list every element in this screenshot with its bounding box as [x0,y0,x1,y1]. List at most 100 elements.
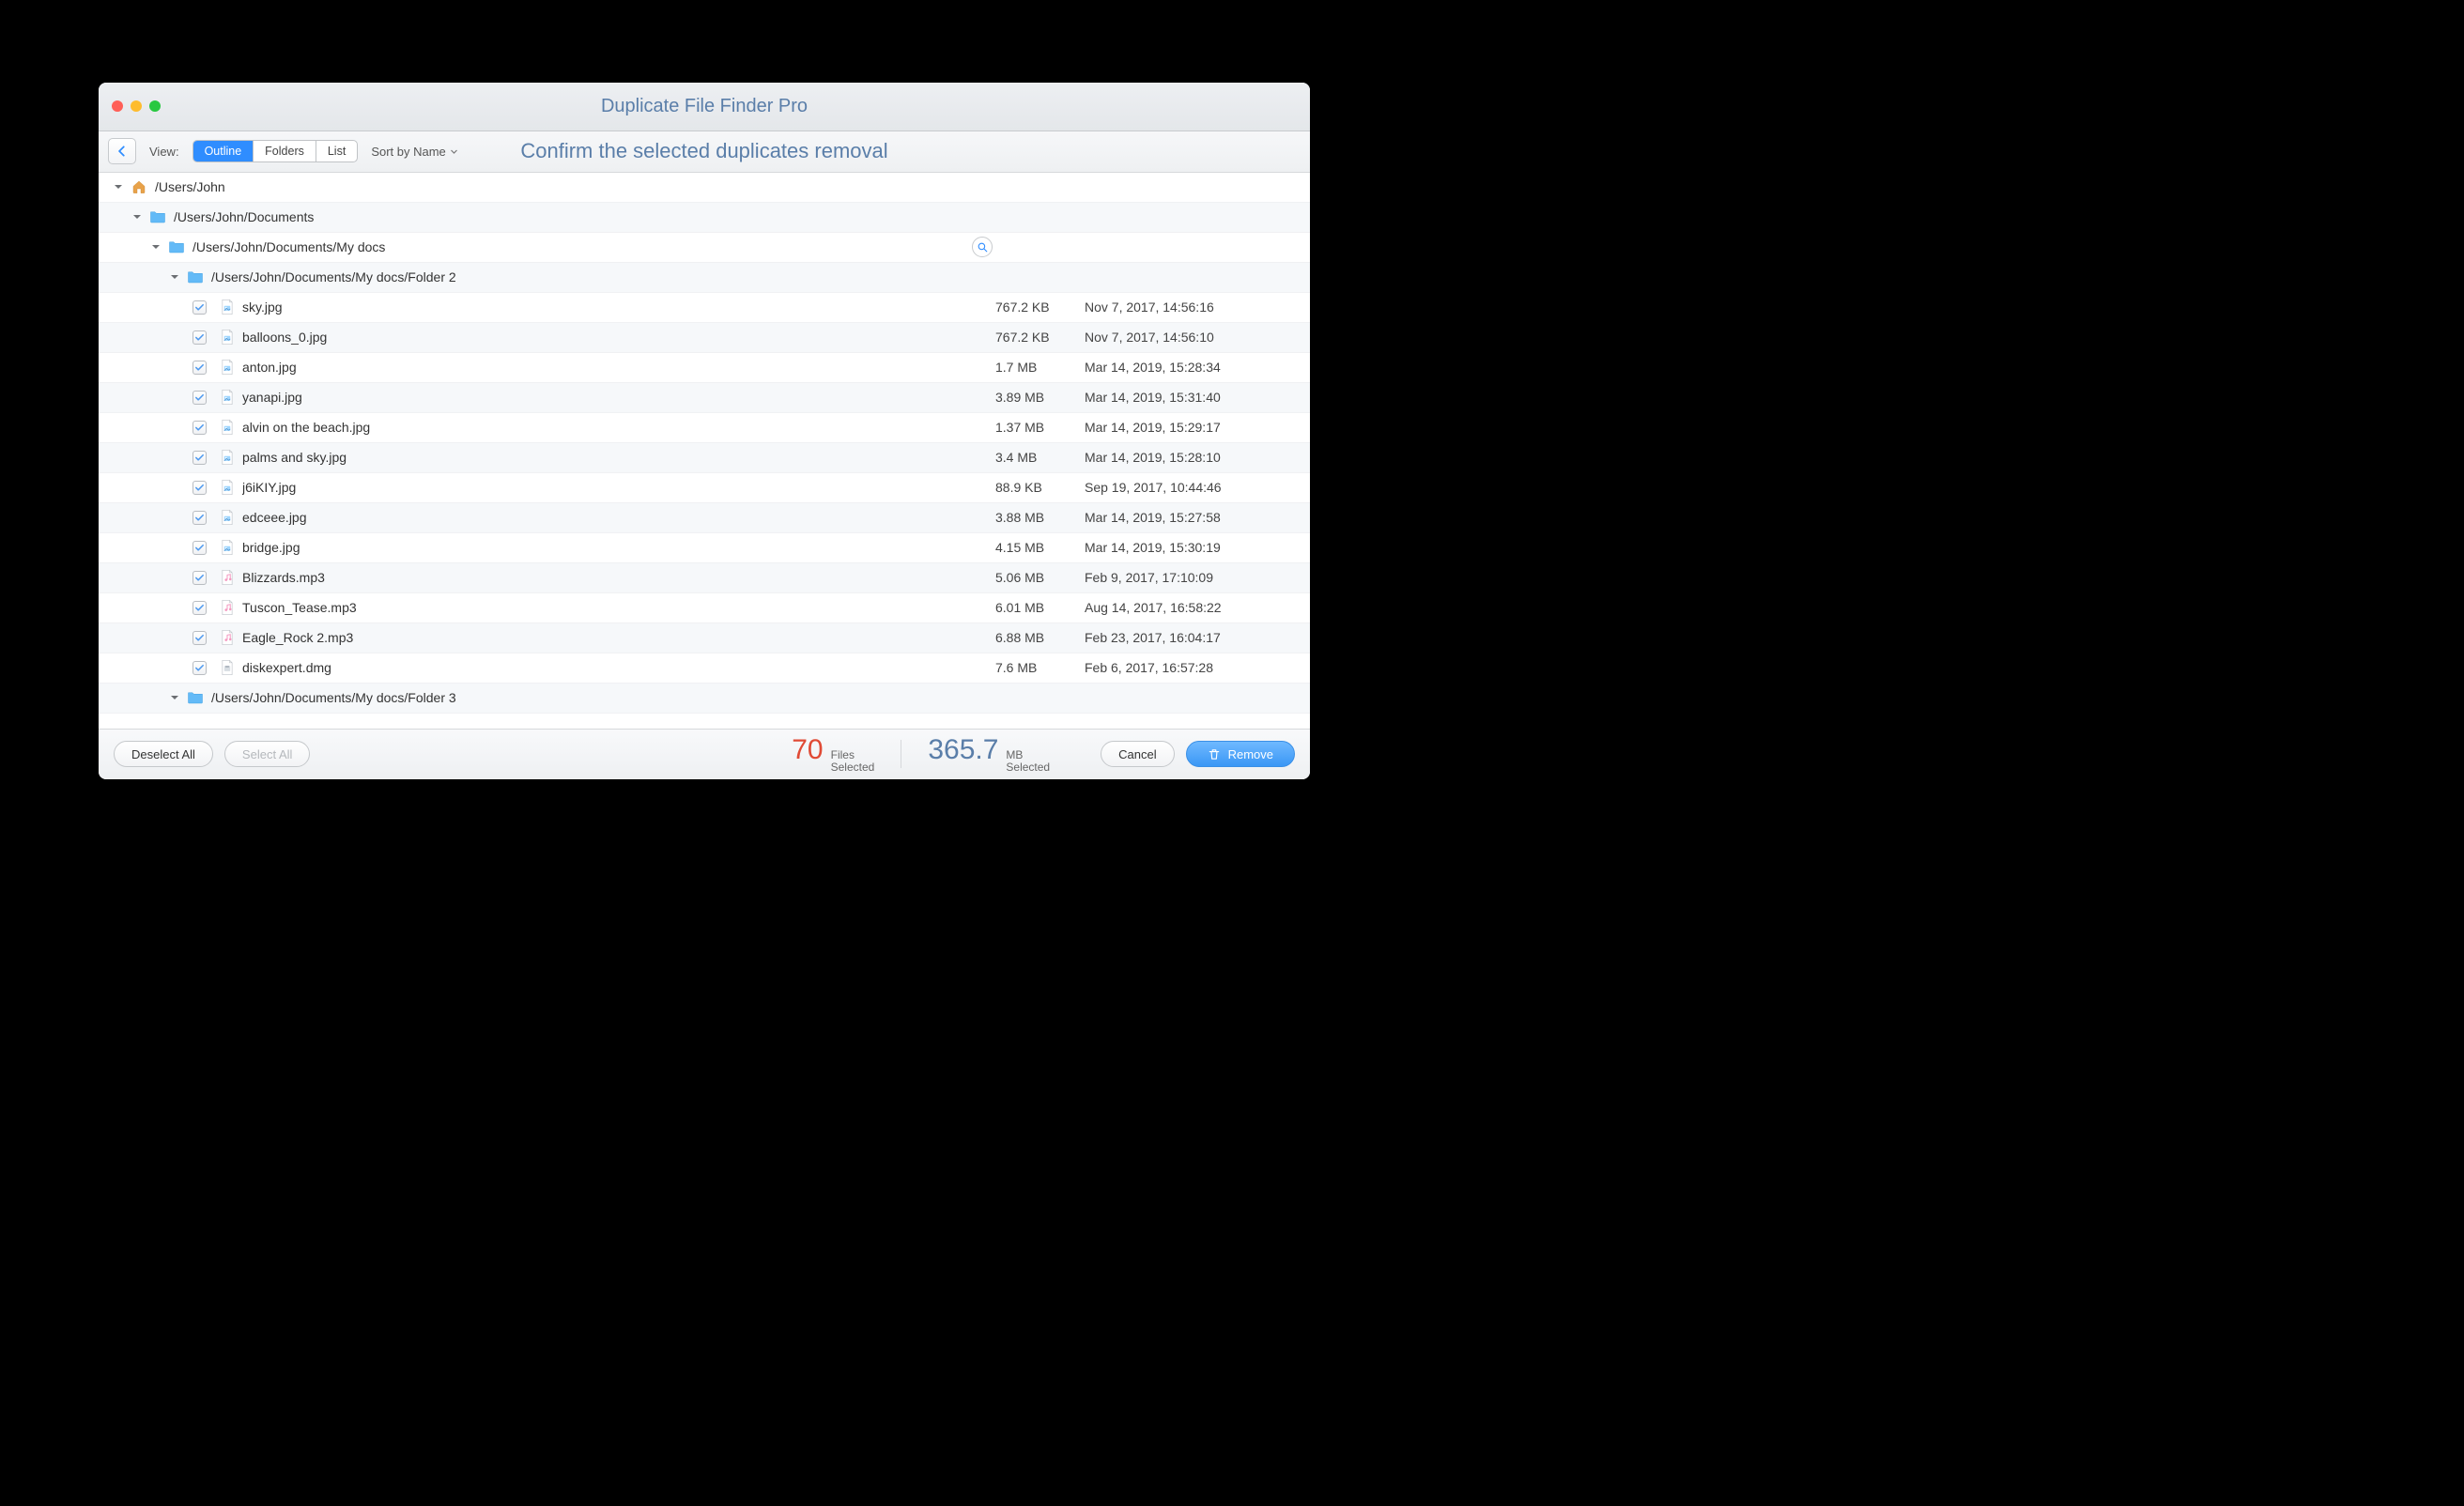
window-title: Duplicate File Finder Pro [99,96,1310,117]
file-row[interactable]: alvin on the beach.jpg1.37 MBMar 14, 201… [99,413,1310,443]
remove-label: Remove [1228,747,1273,761]
file-size: 1.37 MB [995,420,1085,435]
image-file-icon [220,329,235,346]
file-size: 6.01 MB [995,600,1085,615]
tree-row-level3b[interactable]: /Users/John/Documents/My docs/Folder 3 [99,684,1310,714]
file-name: j6iKIY.jpg [242,480,995,495]
file-size: 6.88 MB [995,630,1085,645]
view-mode-list[interactable]: List [316,141,357,161]
check-icon [194,483,205,493]
tree-row-level3[interactable]: /Users/John/Documents/My docs/Folder 2 [99,263,1310,293]
disclosure-toggle[interactable] [131,210,144,223]
file-date: Aug 14, 2017, 16:58:22 [1085,600,1282,615]
path-label: /Users/John/Documents [174,209,1282,224]
path-label: /Users/John/Documents/My docs/Folder 3 [211,690,1282,705]
disk-file-icon [220,659,235,676]
tree-row-root[interactable]: /Users/John [99,173,1310,203]
file-name: palms and sky.jpg [242,450,995,465]
check-icon [194,573,205,583]
window-controls [99,100,161,112]
image-file-icon [220,449,235,466]
cancel-button[interactable]: Cancel [1101,741,1174,767]
check-icon [194,603,205,613]
check-icon [194,513,205,523]
file-checkbox[interactable] [192,511,207,525]
file-row[interactable]: Tuscon_Tease.mp36.01 MBAug 14, 2017, 16:… [99,593,1310,623]
chevron-left-icon [116,145,129,158]
remove-button[interactable]: Remove [1186,741,1295,767]
file-size: 7.6 MB [995,660,1085,675]
image-file-icon [220,389,235,406]
tree-row-level2[interactable]: /Users/John/Documents/My docs [99,233,1310,263]
close-window-button[interactable] [112,100,123,112]
file-size: 767.2 KB [995,330,1085,345]
minimize-window-button[interactable] [131,100,142,112]
file-row[interactable]: diskexpert.dmg7.6 MBFeb 6, 2017, 16:57:2… [99,653,1310,684]
triangle-down-icon [114,182,123,192]
file-row[interactable]: yanapi.jpg3.89 MBMar 14, 2019, 15:31:40 [99,383,1310,413]
file-checkbox[interactable] [192,661,207,675]
file-checkbox[interactable] [192,330,207,345]
file-checkbox[interactable] [192,571,207,585]
file-checkbox[interactable] [192,391,207,405]
path-label: /Users/John [155,179,1282,194]
path-label: /Users/John/Documents/My docs/Folder 2 [211,269,1282,284]
check-icon [194,543,205,553]
file-checkbox[interactable] [192,300,207,315]
reveal-in-finder-button[interactable] [972,237,993,257]
view-mode-folders[interactable]: Folders [254,141,316,161]
check-icon [194,392,205,403]
select-all-button[interactable]: Select All [224,741,310,767]
file-checkbox[interactable] [192,361,207,375]
file-name: anton.jpg [242,360,995,375]
file-date: Mar 14, 2019, 15:30:19 [1085,540,1282,555]
triangle-down-icon [132,212,142,222]
file-row[interactable]: j6iKIY.jpg88.9 KBSep 19, 2017, 10:44:46 [99,473,1310,503]
file-row[interactable]: sky.jpg767.2 KBNov 7, 2017, 14:56:16 [99,293,1310,323]
file-size: 3.4 MB [995,450,1085,465]
file-size: 1.7 MB [995,360,1085,375]
disclosure-toggle[interactable] [149,240,162,254]
audio-file-icon [220,569,235,586]
file-size: 3.89 MB [995,390,1085,405]
file-checkbox[interactable] [192,631,207,645]
zoom-window-button[interactable] [149,100,161,112]
file-row[interactable]: Blizzards.mp35.06 MBFeb 9, 2017, 17:10:0… [99,563,1310,593]
chevron-down-icon [450,147,458,156]
sort-label: Sort by Name [371,145,445,159]
files-unit-bottom: Selected [831,761,875,774]
file-checkbox[interactable] [192,481,207,495]
file-checkbox[interactable] [192,421,207,435]
file-checkbox[interactable] [192,601,207,615]
sort-dropdown[interactable]: Sort by Name [371,145,457,159]
file-tree: /Users/John /Users/John/Documents /Users… [99,173,1310,729]
file-date: Feb 6, 2017, 16:57:28 [1085,660,1282,675]
deselect-all-button[interactable]: Deselect All [114,741,213,767]
back-button[interactable] [108,138,136,164]
file-checkbox[interactable] [192,451,207,465]
disclosure-toggle[interactable] [168,270,181,284]
view-mode-segmented: Outline Folders List [192,140,359,162]
path-label: /Users/John/Documents/My docs [192,239,972,254]
check-icon [194,453,205,463]
image-file-icon [220,419,235,436]
file-row[interactable]: edceee.jpg3.88 MBMar 14, 2019, 15:27:58 [99,503,1310,533]
file-name: Blizzards.mp3 [242,570,995,585]
file-row[interactable]: balloons_0.jpg767.2 KBNov 7, 2017, 14:56… [99,323,1310,353]
view-mode-outline[interactable]: Outline [193,141,254,161]
file-name: Eagle_Rock 2.mp3 [242,630,995,645]
file-row[interactable]: Eagle_Rock 2.mp36.88 MBFeb 23, 2017, 16:… [99,623,1310,653]
file-row[interactable]: bridge.jpg4.15 MBMar 14, 2019, 15:30:19 [99,533,1310,563]
footer: Deselect All Select All 70 Files Selecte… [99,729,1310,779]
triangle-down-icon [170,272,179,282]
file-row[interactable]: anton.jpg1.7 MBMar 14, 2019, 15:28:34 [99,353,1310,383]
file-date: Feb 9, 2017, 17:10:09 [1085,570,1282,585]
tree-row-level1[interactable]: /Users/John/Documents [99,203,1310,233]
disclosure-toggle[interactable] [112,180,125,193]
folder-icon [168,239,185,254]
file-checkbox[interactable] [192,541,207,555]
disclosure-toggle[interactable] [168,691,181,704]
file-name: yanapi.jpg [242,390,995,405]
image-file-icon [220,359,235,376]
file-row[interactable]: palms and sky.jpg3.4 MBMar 14, 2019, 15:… [99,443,1310,473]
